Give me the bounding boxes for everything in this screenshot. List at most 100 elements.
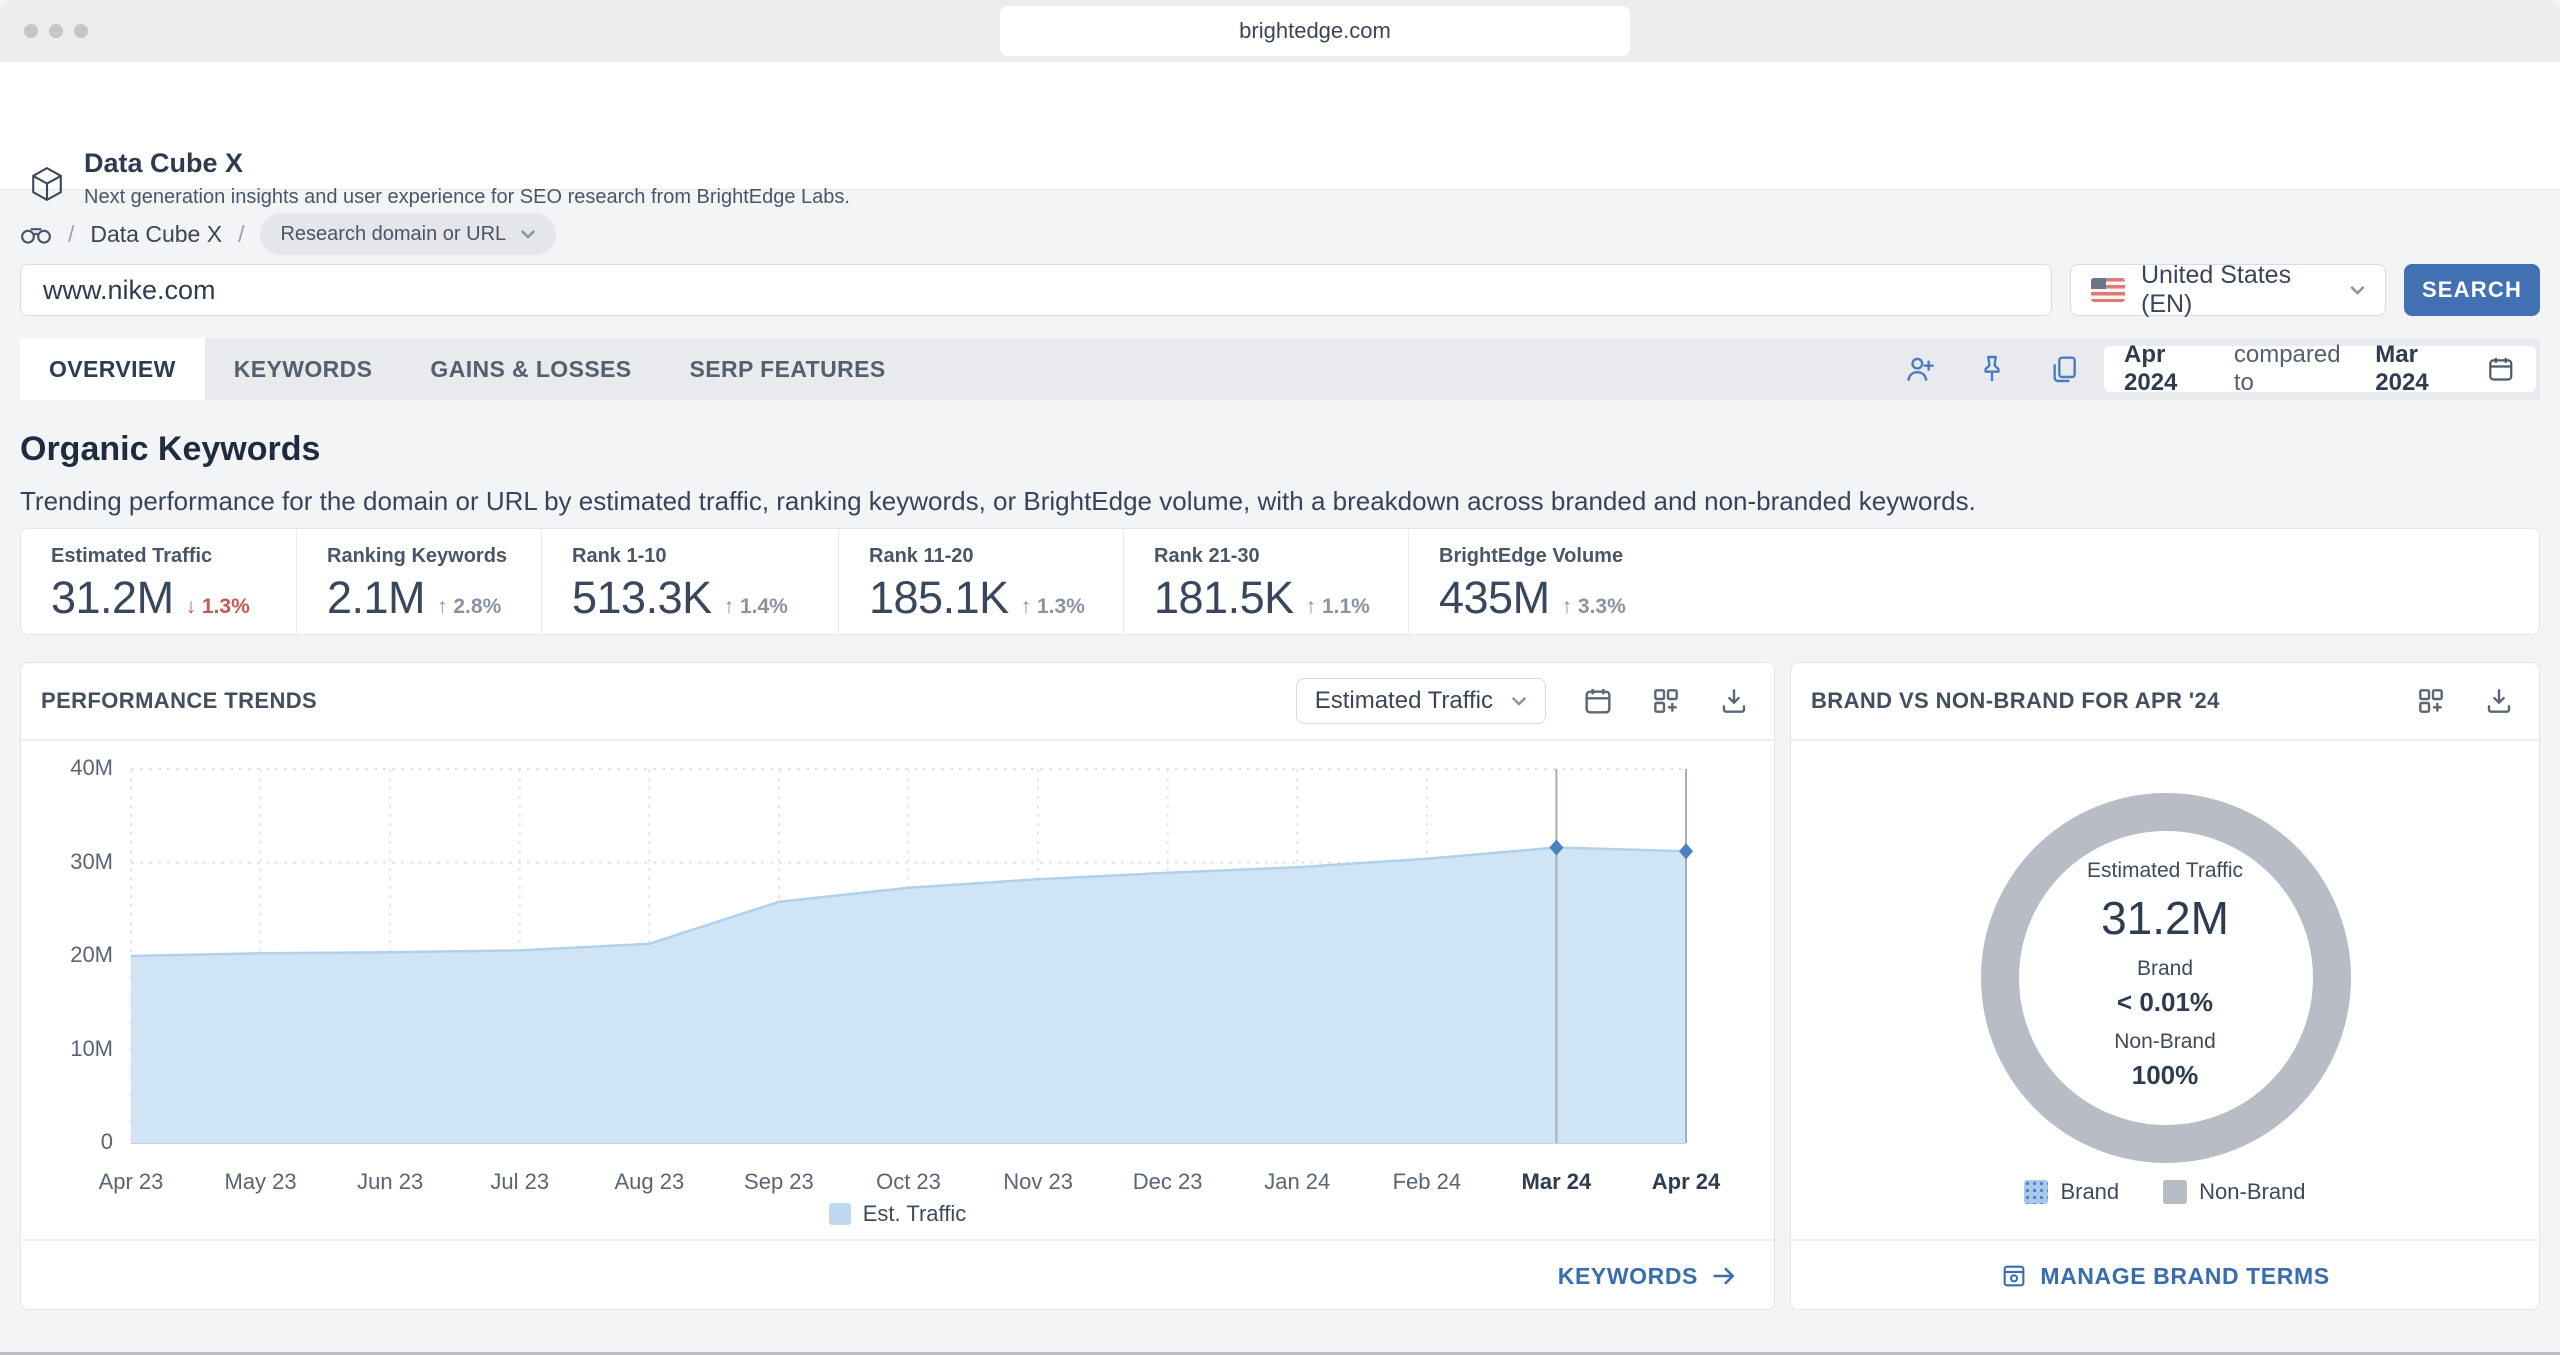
date-range-picker[interactable]: Apr 2024 compared to Mar 2024 (2104, 346, 2536, 392)
research-mode-pill[interactable]: Research domain or URL (260, 213, 556, 255)
metric-select[interactable]: Estimated Traffic (1296, 678, 1546, 724)
section-title: Organic Keywords (20, 430, 320, 469)
donut-nonbrand-label: Non-Brand (1791, 1030, 2539, 1054)
manage-brand-terms-icon (2000, 1262, 2028, 1290)
pin-icon[interactable] (1976, 353, 2008, 385)
stat-value: 31.2M (51, 572, 174, 624)
nonbrand-legend-label: Non-Brand (2199, 1179, 2305, 1205)
stat-delta: ↑ 1.4% (724, 595, 788, 619)
donut-nonbrand-value: 100% (1791, 1060, 2539, 1091)
tab-keywords[interactable]: KEYWORDS (205, 338, 402, 400)
chevron-down-icon (2350, 285, 2365, 295)
add-to-dashboard-icon[interactable] (2415, 685, 2447, 717)
donut-legend: Brand Non-Brand (1791, 1179, 2539, 1205)
x-tick: May 23 (225, 1169, 297, 1195)
stat-value: 2.1M (327, 572, 425, 624)
chevron-down-icon (1511, 696, 1527, 706)
trend-area-chart[interactable] (21, 739, 1776, 1214)
tab-overview[interactable]: OVERVIEW (20, 338, 205, 400)
stat-delta: ↑ 1.3% (1021, 595, 1085, 619)
domain-input[interactable] (20, 264, 2052, 316)
us-flag-icon (2091, 278, 2125, 302)
manage-brand-terms-link[interactable]: MANAGE BRAND TERMS (2000, 1262, 2329, 1290)
y-tick: 40M (21, 755, 113, 781)
stats-summary-card: Estimated Traffic31.2M↓ 1.3%Ranking Keyw… (20, 528, 2540, 635)
breadcrumb: / Data Cube X / Research domain or URL (20, 210, 556, 258)
y-tick: 0 (21, 1129, 113, 1155)
donut-brand-value: < 0.01% (1791, 987, 2539, 1018)
arrow-right-icon (1710, 1262, 1738, 1290)
donut-center-text: Estimated Traffic 31.2M Brand < 0.01% No… (1791, 859, 2539, 1103)
keywords-link[interactable]: KEYWORDS (1558, 1262, 1738, 1290)
x-tick: Sep 23 (744, 1169, 814, 1195)
x-tick: Dec 23 (1133, 1169, 1203, 1195)
brand-vs-nonbrand-panel: BRAND VS NON-BRAND FOR APR '24 Estimated… (1790, 662, 2540, 1310)
brand-panel-footer: MANAGE BRAND TERMS (1791, 1241, 2539, 1311)
manage-brand-terms-label: MANAGE BRAND TERMS (2040, 1263, 2329, 1290)
browser-url-bar[interactable]: brightedge.com (1000, 6, 1630, 56)
country-select[interactable]: United States (EN) (2070, 264, 2386, 316)
brand-swatch (2024, 1180, 2048, 1204)
performance-trends-panel: PERFORMANCE TRENDS Estimated Traffic 010… (20, 662, 1775, 1310)
performance-trends-header: PERFORMANCE TRENDS Estimated Traffic (21, 663, 1774, 739)
add-to-dashboard-icon[interactable] (1650, 685, 1682, 717)
stat-ranking-keywords: Ranking Keywords2.1M↑ 2.8% (296, 529, 541, 634)
stat-label: Rank 21-30 (1154, 545, 1408, 568)
brand-panel-controls (2415, 685, 2515, 717)
share-user-icon[interactable] (1904, 353, 1936, 385)
tab-serp-features[interactable]: SERP FEATURES (661, 338, 915, 400)
x-tick: Jun 23 (357, 1169, 423, 1195)
window-controls[interactable] (24, 24, 88, 38)
x-tick: Feb 24 (1393, 1169, 1462, 1195)
legend-item-nonbrand: Non-Brand (2163, 1179, 2305, 1205)
performance-trends-title: PERFORMANCE TRENDS (41, 688, 317, 714)
stat-label: Rank 11-20 (869, 545, 1123, 568)
window-dot[interactable] (24, 24, 38, 38)
performance-trends-footer: KEYWORDS (21, 1241, 1774, 1311)
x-tick: Jan 24 (1264, 1169, 1330, 1195)
search-row: United States (EN) SEARCH (20, 264, 2540, 316)
stat-rank-11-20: Rank 11-20 185.1K ↑ 1.3% (838, 529, 1123, 634)
app-header: Data Cube X Next generation insights and… (0, 62, 2560, 190)
chevron-down-icon (520, 229, 536, 239)
date-start: Apr 2024 (2124, 341, 2224, 397)
tab-gains-losses[interactable]: GAINS & LOSSES (401, 338, 660, 400)
chart-legend: Est. Traffic (21, 1201, 1774, 1227)
date-end: Mar 2024 (2375, 341, 2476, 397)
stat-value: 435M (1439, 572, 1550, 624)
nonbrand-swatch (2163, 1180, 2187, 1204)
est-traffic-swatch (829, 1203, 851, 1225)
x-tick: Apr 24 (1652, 1169, 1720, 1195)
tabs: OVERVIEWKEYWORDSGAINS & LOSSESSERP FEATU… (20, 338, 915, 400)
stat-delta: ↑ 2.8% (437, 595, 501, 619)
cube-icon (30, 166, 64, 202)
browser-chrome: brightedge.com (0, 0, 2560, 62)
page-title: Data Cube X (84, 148, 243, 179)
download-icon[interactable] (2483, 685, 2515, 717)
donut-center-value: 31.2M (1791, 891, 2539, 945)
breadcrumb-datacube[interactable]: Data Cube X (90, 221, 222, 248)
calendar-icon (2486, 354, 2516, 384)
date-connector: compared to (2234, 341, 2365, 397)
donut-center-label: Estimated Traffic (1791, 859, 2539, 883)
country-label: United States (EN) (2141, 261, 2334, 319)
stat-rank-1-10: Rank 1-10513.3K↑ 1.4% (541, 529, 838, 634)
copy-icon[interactable] (2048, 353, 2080, 385)
brand-panel-header: BRAND VS NON-BRAND FOR APR '24 (1791, 663, 2539, 739)
keywords-link-label: KEYWORDS (1558, 1263, 1698, 1290)
y-tick: 30M (21, 849, 113, 875)
stat-rank-21-30: Rank 21-30181.5K↑ 1.1% (1123, 529, 1408, 634)
stat-delta: ↑ 3.3% (1562, 595, 1626, 619)
section-description: Trending performance for the domain or U… (20, 486, 1976, 517)
tab-bar-actions (1904, 353, 2080, 385)
calendar-icon[interactable] (1582, 685, 1614, 717)
x-tick: Mar 24 (1522, 1169, 1592, 1195)
stat-value: 513.3K (572, 572, 712, 624)
download-icon[interactable] (1718, 685, 1750, 717)
stat-delta: ↑ 1.1% (1306, 595, 1370, 619)
est-traffic-legend-label: Est. Traffic (863, 1201, 967, 1227)
window-dot[interactable] (74, 24, 88, 38)
stat-value: 185.1K (869, 572, 1009, 624)
window-dot[interactable] (49, 24, 63, 38)
search-button[interactable]: SEARCH (2404, 264, 2540, 316)
